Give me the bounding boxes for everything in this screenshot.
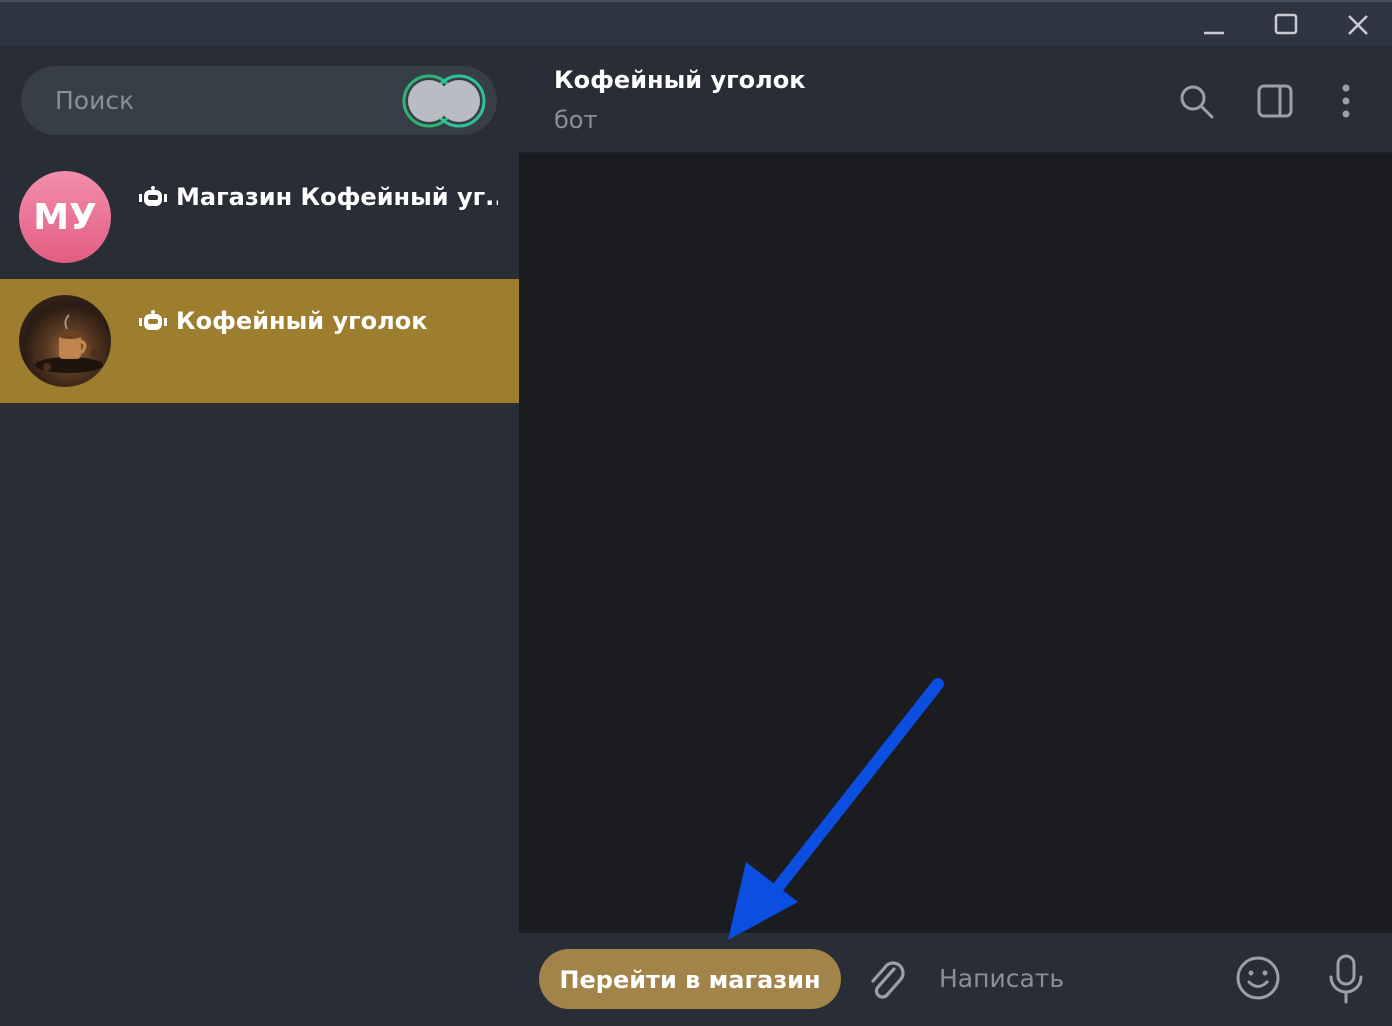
chat-item-coffee-corner[interactable]: Кофейный уголок (0, 279, 519, 403)
microphone-icon[interactable] (1325, 953, 1367, 1005)
chat-item-title: Кофейный уголок (138, 307, 498, 335)
close-button[interactable] (1328, 4, 1388, 46)
search-input[interactable]: Поиск (55, 86, 134, 115)
message-composer: Перейти в магазин Написать (519, 933, 1392, 1026)
chat-status: бот (554, 106, 598, 134)
chat-item-shop[interactable]: МУ Магазин Кофейный уг... (0, 155, 519, 279)
search-icon[interactable] (1177, 82, 1217, 122)
paperclip-icon[interactable] (864, 955, 908, 1005)
avatar: МУ (19, 171, 111, 263)
close-icon (1348, 15, 1368, 35)
chat-item-label: Кофейный уголок (176, 307, 428, 335)
chat-item-title: Магазин Кофейный уг... (138, 183, 498, 211)
coffee-cup-image (35, 314, 103, 373)
maximize-icon (1274, 13, 1298, 35)
message-input[interactable]: Написать (939, 959, 1199, 999)
chat-panel: Кофейный уголок бот Перейти в магазин На… (519, 46, 1392, 1026)
chat-item-label: Магазин Кофейный уг... (176, 183, 498, 211)
open-shop-button[interactable]: Перейти в магазин (539, 949, 841, 1009)
chat-title: Кофейный уголок (554, 66, 806, 94)
chat-list-sidebar: Поиск МУ Магазин Кофейный уг... Кофейный… (0, 46, 519, 1026)
bot-icon (139, 310, 167, 330)
annotation-arrow-icon (728, 678, 944, 940)
bot-icon (139, 186, 167, 206)
more-vertical-icon[interactable] (1326, 82, 1366, 122)
stories-toggle-icon[interactable] (401, 74, 487, 128)
minimize-button[interactable] (1184, 4, 1244, 46)
sidebar-panel-icon[interactable] (1256, 82, 1296, 122)
chat-header[interactable]: Кофейный уголок бот (519, 46, 1392, 154)
search-field[interactable]: Поиск (21, 66, 497, 135)
window-titlebar (0, 0, 1392, 46)
minimize-icon (1204, 31, 1224, 35)
maximize-button[interactable] (1256, 4, 1316, 46)
avatar (19, 295, 111, 387)
emoji-icon[interactable] (1235, 955, 1281, 1001)
message-area[interactable] (519, 154, 1392, 933)
